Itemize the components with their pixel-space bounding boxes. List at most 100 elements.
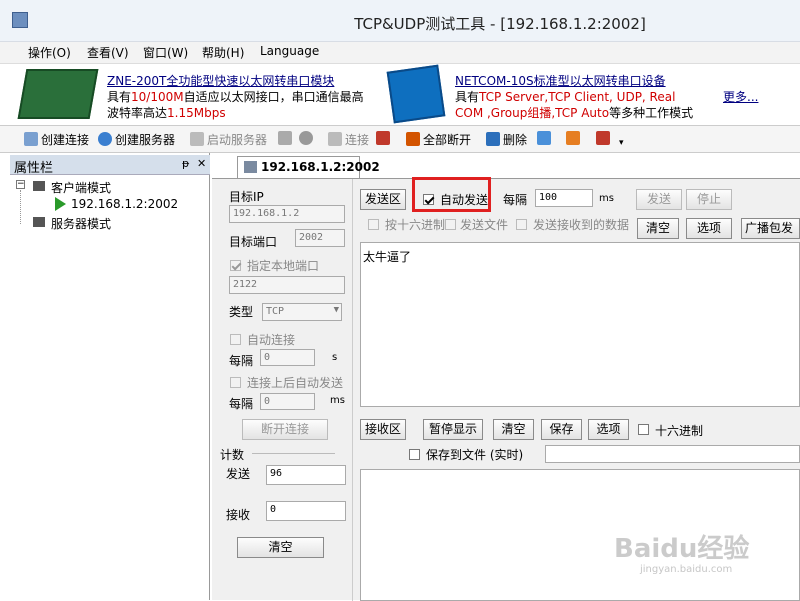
ad-left-l1a: 具有 [107,90,132,104]
send-textarea[interactable]: 太牛逼了 [360,242,800,407]
pin-icon[interactable]: ᵽ [182,157,189,170]
collapse-icon[interactable]: − [16,180,25,189]
server-mode-icon [33,217,45,227]
record-icon [566,131,580,145]
settings-button[interactable] [537,131,554,146]
stop-button[interactable] [299,131,316,146]
delete-label: 删除 [503,133,528,147]
toolbar-overflow-icon[interactable]: ▾ [619,138,624,148]
send-count-field[interactable]: 96 [266,465,346,485]
menu-view[interactable]: 查看(V) [87,44,129,61]
ad-left-title[interactable]: ZNE-200T全功能型快速以太网转串口模块 [107,72,334,89]
device-image [386,64,446,124]
save-path-field[interactable] [545,445,800,463]
count-divider [252,453,335,454]
create-server-button[interactable]: 创建服务器 [98,131,175,148]
delete-x-icon [486,132,500,146]
type-label: 类型 [229,305,254,319]
connect-button[interactable]: 连接 [328,131,369,148]
local-port-checkbox[interactable] [230,260,241,271]
tree-server-mode[interactable]: 服务器模式 [51,215,111,232]
recv-area-label: 接收区 [360,419,406,440]
disconnect-button[interactable]: 断开连接 [242,419,328,440]
record-button[interactable] [566,131,583,146]
delete-button[interactable]: 删除 [486,131,527,148]
type-select[interactable]: TCP ▼ [262,303,342,321]
tab-connection[interactable]: 192.168.1.2:2002 [237,156,380,178]
send-file-label: 发送文件 [460,218,509,232]
auto-connect-checkbox[interactable] [230,334,241,345]
properties-title: 属性栏 [14,161,54,176]
help-button[interactable] [596,131,613,146]
broadcast-button[interactable]: 广播包发送 [741,218,800,239]
connect-label: 连接 [345,133,370,147]
tree-client-mode[interactable]: 客户端模式 [51,179,111,196]
module-image [17,69,99,119]
tree-client-item[interactable]: 192.168.1.2:2002 [71,197,178,211]
watermark: Baidu经验 [614,534,750,564]
watermark-url: jingyan.baidu.com [640,564,733,575]
interval2-field[interactable]: 0 [260,393,315,410]
menu-language[interactable]: Language [260,44,319,58]
recv-clear-button[interactable]: 清空 [493,419,534,440]
interval-label: 每隔 [229,354,254,368]
stop-send-button[interactable]: 停止 [686,189,732,210]
create-connection-button[interactable]: 创建连接 [24,131,89,148]
disconnect-all-button[interactable]: 全部断开 [406,131,471,148]
server-icon [190,132,204,146]
ad-left-l1c: 自适应以太网接口，串口通信最高 [183,90,364,104]
recv-hex-checkbox[interactable] [638,424,649,435]
clear-count-button[interactable]: 清空 [237,537,324,558]
send-received-checkbox[interactable] [516,219,527,230]
create-connection-label: 创建连接 [41,133,90,147]
auto-connect-label: 自动连接 [247,333,296,347]
ad-right-l1b: TCP Server,TCP Client, UDP, Real [479,90,676,104]
send-clear-button[interactable]: 清空 [637,218,679,239]
count-label: 计数 [220,448,245,462]
target-ip-label: 目标IP [229,190,264,204]
client-mode-icon [33,181,45,191]
close-icon[interactable]: ✕ [197,157,206,170]
target-port-field[interactable]: 2002 [295,229,345,247]
menu-window[interactable]: 窗口(W) [143,44,188,61]
users-icon [278,131,292,145]
interval-field[interactable]: 0 [260,349,315,366]
target-ip-field[interactable]: 192.168.1.2 [229,205,345,223]
every-field[interactable]: 100 [535,189,593,207]
ad-left-line1: 具有10/100M自适应以太网接口，串口通信最高 [107,88,364,105]
properties-header: 属性栏 ᵽ ✕ [10,155,210,176]
interval2-unit: ms [330,395,345,406]
send-button[interactable]: 发送 [636,189,682,210]
more-link[interactable]: 更多... [723,88,758,105]
ad-right-title[interactable]: NETCOM-10S标准型以太网转串口设备 [455,72,666,89]
tree-line [20,190,21,224]
interval-unit: s [332,352,338,363]
recv-count-label: 接收 [226,508,251,522]
send-hex-checkbox[interactable] [368,219,379,230]
send-file-checkbox[interactable] [445,219,456,230]
auto-send-after-checkbox[interactable] [230,377,241,388]
pause-display-button[interactable]: 暂停显示 [423,419,483,440]
ad-right-l2a: COM ,Group组播,TCP Auto [455,106,610,120]
title-bar: TCP&UDP测试工具 - [192.168.1.2:2002] [0,0,800,42]
send-options-button[interactable]: 选项 [686,218,732,239]
local-port-field[interactable]: 2122 [229,276,345,294]
users-button[interactable] [278,131,295,146]
recv-save-button[interactable]: 保存 [541,419,582,440]
every-label: 每隔 [503,193,528,207]
network-button[interactable] [376,131,393,146]
menu-help[interactable]: 帮助(H) [202,44,244,61]
menu-operate[interactable]: 操作(O) [28,44,71,61]
send-area-label: 发送区 [360,189,406,210]
ad-left-line2: 波特率高达1.15Mbps [107,104,226,121]
ad-left-l2a: 波特率高达 [107,106,168,120]
highlight-box [412,177,491,212]
start-server-button[interactable]: 启动服务器 [190,131,267,148]
save-to-file-checkbox[interactable] [409,449,420,460]
globe-icon [98,132,112,146]
recv-options-button[interactable]: 选项 [588,419,629,440]
ad-right-line2: COM ,Group组播,TCP Auto等多种工作模式 [455,104,693,121]
plug-icon [328,132,342,146]
recv-count-field[interactable]: 0 [266,501,346,521]
ad-banner: ZNE-200T全功能型快速以太网转串口模块 具有10/100M自适应以太网接口… [0,64,800,126]
